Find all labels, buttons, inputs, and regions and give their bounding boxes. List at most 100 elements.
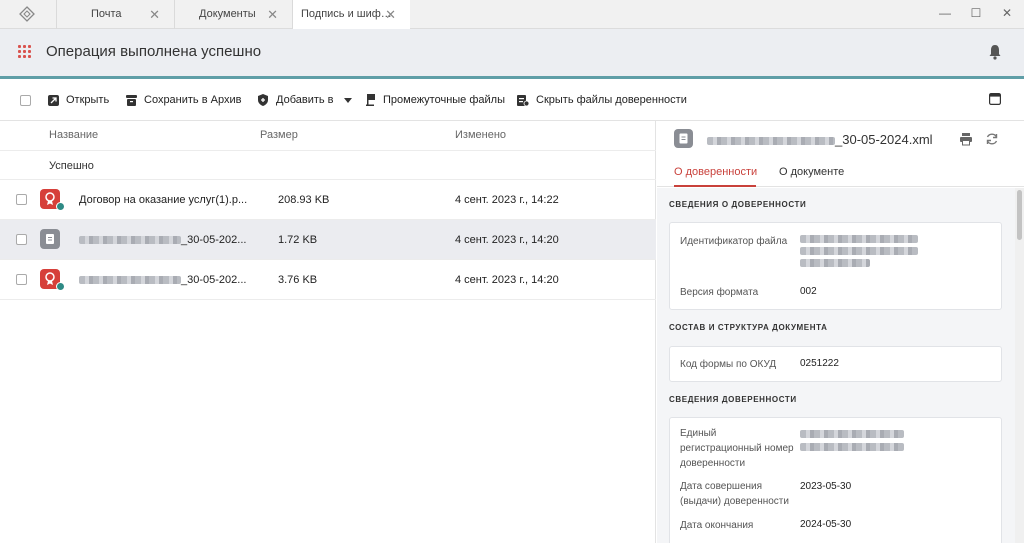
close-icon[interactable]: ✕	[149, 0, 160, 29]
redacted-text	[79, 236, 181, 245]
document-icon	[674, 129, 693, 148]
file-name-suffix: _30-05-202...	[181, 274, 247, 286]
maximize-icon[interactable]: ☐	[961, 0, 991, 29]
field-value: 002	[800, 286, 817, 297]
file-list: Название Размер Изменено Успешно Договор…	[0, 121, 656, 543]
add-to-dropdown[interactable]: Добавить в	[257, 93, 352, 107]
page-title: Операция выполнена успешно	[46, 43, 262, 60]
row-checkbox[interactable]	[16, 194, 27, 205]
redacted-text	[800, 259, 870, 267]
file-date: 4 сент. 2023 г., 14:20	[455, 274, 559, 286]
list-item[interactable]: _30-05-202... 3.76 KB 4 сент. 2023 г., 1…	[0, 260, 656, 300]
open-label: Открыть	[66, 94, 110, 106]
refresh-icon[interactable]	[985, 132, 999, 146]
hide-files-icon	[517, 95, 529, 106]
info-card: Идентификатор файла Версия формата 002	[669, 222, 1002, 310]
app-logo-icon	[19, 6, 35, 22]
info-card: Единый регистрационный номер доверенност…	[669, 417, 1002, 543]
panel-file-suffix: _30-05-2024.xml	[835, 132, 933, 147]
tab-label: Подпись и шиф…	[301, 8, 392, 20]
hide-poa-files-label: Скрыть файлы доверенности	[536, 94, 687, 106]
redacted-text	[800, 235, 918, 243]
field-label: Единый регистрационный номер доверенност…	[680, 428, 794, 469]
section-title: СВЕДЕНИЯ О ДОВЕРЕННОСТИ	[669, 200, 807, 209]
hide-poa-files-button[interactable]: Скрыть файлы доверенности	[517, 93, 687, 107]
field-value: 2023-05-30	[800, 481, 852, 492]
panel-scrollbar[interactable]	[1015, 188, 1024, 543]
check-badge-icon	[56, 282, 65, 291]
check-badge-icon	[56, 202, 65, 211]
section-title: СВЕДЕНИЯ ДОВЕРЕННОСТИ	[669, 395, 797, 404]
intermediate-files-label: Промежуточные файлы	[383, 94, 505, 106]
list-header: Название Размер Изменено	[0, 121, 656, 151]
save-archive-label: Сохранить в Архив	[144, 94, 242, 106]
active-tab-indicator	[674, 185, 756, 187]
field-value	[800, 430, 904, 451]
file-name: _30-05-202...	[79, 234, 246, 246]
row-checkbox[interactable]	[16, 234, 27, 245]
minimize-icon[interactable]: —	[930, 0, 960, 29]
section-title: СОСТАВ И СТРУКТУРА ДОКУМЕНТА	[669, 323, 828, 332]
panel-tabs: О доверенности О документе	[657, 157, 1024, 187]
save-archive-button[interactable]: Сохранить в Архив	[126, 93, 241, 107]
field-label: Дата окончания	[680, 520, 754, 531]
add-to-label: Добавить в	[276, 94, 334, 106]
bell-icon[interactable]	[988, 44, 1002, 60]
tab-mail[interactable]: Почта ✕	[56, 0, 174, 29]
tab-documents[interactable]: Документы ✕	[174, 0, 292, 29]
redacted-text	[800, 443, 904, 451]
column-modified[interactable]: Изменено	[455, 129, 506, 141]
file-name-suffix: _30-05-202...	[181, 234, 247, 246]
open-icon	[48, 94, 59, 106]
close-icon[interactable]: ✕	[385, 0, 396, 29]
file-date: 4 сент. 2023 г., 14:20	[455, 234, 559, 246]
group-label: Успешно	[49, 160, 94, 172]
print-icon[interactable]	[959, 132, 973, 146]
file-name: Договор на оказание услуг(1).p...	[79, 194, 248, 206]
group-header: Успешно	[0, 151, 656, 180]
field-value: 0251222	[800, 358, 839, 369]
shield-add-icon	[258, 94, 268, 106]
tab-bar: Почта ✕ Документы ✕ Подпись и шиф… ✕ — ☐…	[0, 0, 1024, 30]
tab-about-poa[interactable]: О доверенности	[674, 166, 757, 178]
panel-toggle-icon[interactable]	[989, 93, 1001, 105]
file-size: 1.72 KB	[278, 234, 318, 246]
intermediate-files-button[interactable]: Промежуточные файлы	[366, 93, 505, 107]
flag-icon	[366, 94, 375, 106]
field-value	[800, 235, 918, 267]
window-close-icon[interactable]: ✕	[992, 0, 1022, 29]
redacted-text	[800, 247, 918, 255]
chevron-down-icon	[343, 97, 352, 103]
field-label: Версия формата	[680, 287, 759, 298]
field-label: Дата совершения (выдачи) доверенности	[680, 481, 789, 507]
info-card: Код формы по ОКУД 0251222	[669, 346, 1002, 382]
redacted-text	[800, 430, 904, 438]
list-item[interactable]: Договор на оказание услуг(1).p... 208.93…	[0, 180, 656, 220]
column-name[interactable]: Название	[49, 129, 98, 141]
archive-icon	[126, 94, 137, 106]
close-icon[interactable]: ✕	[267, 0, 278, 29]
field-value: 2024-05-30	[800, 519, 852, 530]
page-header: Операция выполнена успешно	[0, 29, 1024, 76]
panel-file-title: _30-05-2024.xml	[707, 132, 933, 147]
scrollbar-thumb[interactable]	[1017, 190, 1022, 240]
field-label: Идентификатор файла	[680, 236, 788, 247]
column-size[interactable]: Размер	[260, 129, 298, 141]
open-button[interactable]: Открыть	[48, 93, 109, 107]
redacted-text	[79, 276, 181, 285]
tab-label: Документы	[199, 8, 256, 20]
details-panel: _30-05-2024.xml О доверенности О докумен…	[657, 121, 1024, 543]
select-all-checkbox[interactable]	[20, 94, 31, 106]
file-name: _30-05-202...	[79, 274, 246, 286]
file-size: 3.76 KB	[278, 274, 318, 286]
redacted-text	[707, 136, 835, 145]
apps-grid-icon[interactable]	[18, 45, 31, 58]
file-date: 4 сент. 2023 г., 14:22	[455, 194, 559, 206]
file-size: 208.93 KB	[278, 194, 330, 206]
list-item[interactable]: _30-05-202... 1.72 KB 4 сент. 2023 г., 1…	[0, 220, 656, 260]
row-checkbox[interactable]	[16, 274, 27, 285]
toolbar: Открыть Сохранить в Архив Добавить в Про…	[0, 79, 1024, 121]
tab-about-document[interactable]: О документе	[779, 166, 844, 178]
tab-sign-encrypt[interactable]: Подпись и шиф… ✕	[292, 0, 410, 30]
field-label: Код формы по ОКУД	[680, 359, 777, 370]
